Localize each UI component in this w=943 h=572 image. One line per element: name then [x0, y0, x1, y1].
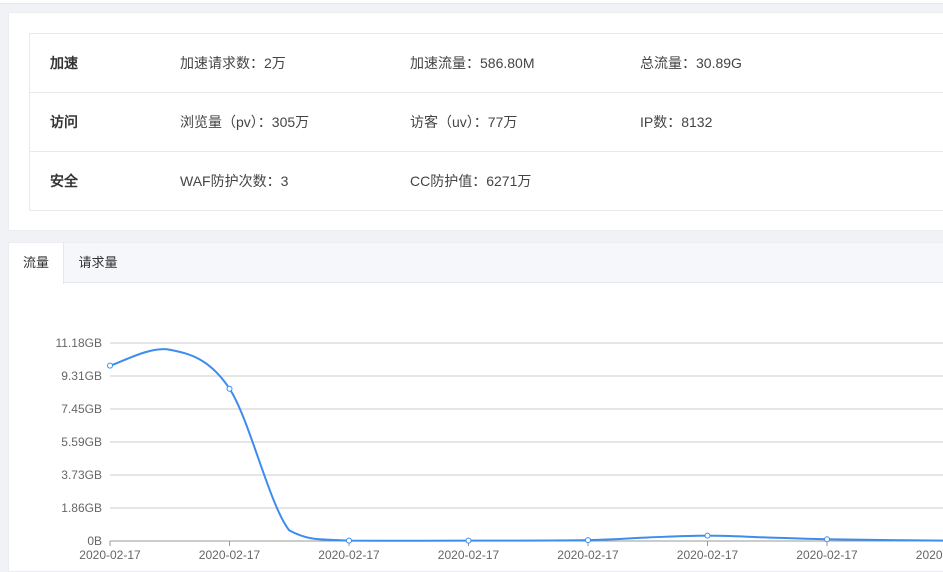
data-point[interactable] [465, 537, 472, 544]
y-tick-label: 11.18GB [56, 336, 102, 350]
data-point[interactable] [824, 536, 830, 543]
traffic-line-chart: 0B 1.86GB 3.73GB 5.59GB 7.45GB 9.31GB 11.18GB 2… [56, 336, 943, 562]
x-tick-label: 2020-02-17 [677, 548, 739, 562]
data-point[interactable] [226, 385, 233, 392]
x-tick-label: 2020-02-17 [796, 548, 858, 562]
x-tick-label: 2020-02-17 [438, 548, 500, 562]
data-point[interactable] [585, 537, 591, 544]
y-tick-label: 7.45GB [61, 402, 102, 416]
y-tick-label: 9.31GB [61, 369, 102, 383]
y-tick-label: 3.73GB [61, 468, 102, 482]
x-tick-label: 2020-02-17 [79, 548, 141, 562]
y-tick-label: 1.86GB [61, 501, 102, 515]
data-point[interactable] [346, 537, 352, 544]
x-tick-label: 2020-02-17 [199, 548, 261, 562]
series-line [109, 348, 943, 542]
data-point[interactable] [107, 362, 113, 369]
x-tick-label: 2020-02-17 [916, 548, 943, 562]
x-tick-label: 2020-02-17 [557, 548, 619, 562]
y-tick-label: 0B [87, 534, 102, 548]
data-point[interactable] [704, 532, 711, 539]
y-tick-label: 5.59GB [61, 435, 102, 449]
x-tick-label: 2020-02-17 [318, 548, 380, 562]
